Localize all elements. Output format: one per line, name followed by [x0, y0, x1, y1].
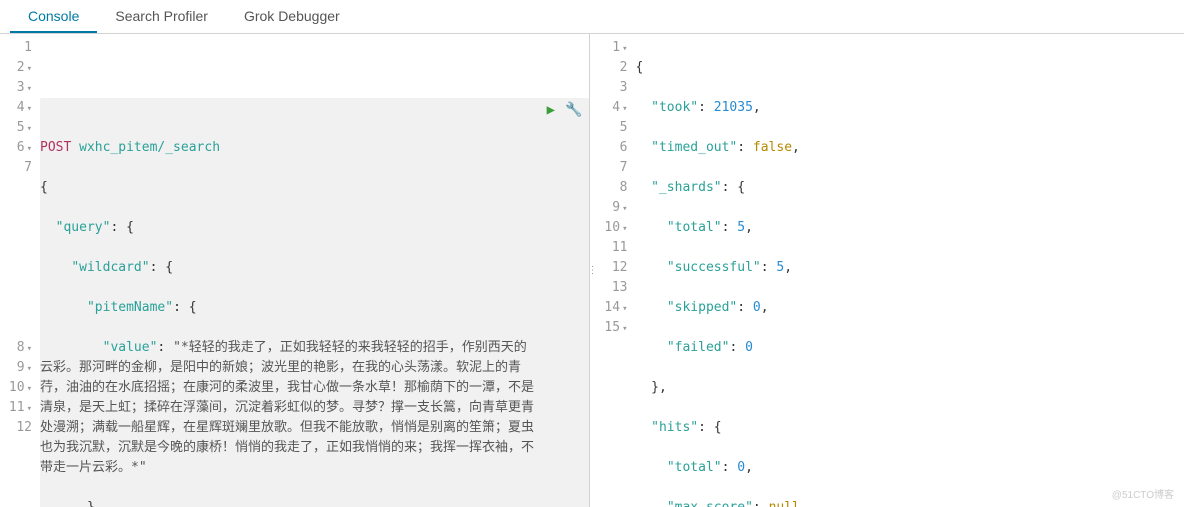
http-method: POST	[40, 140, 71, 155]
tab-console[interactable]: Console	[10, 0, 97, 33]
request-code[interactable]: ▶ 🔧 POST wxhc_pitem/_search { "query": {…	[40, 34, 589, 507]
request-path: wxhc_pitem/_search	[79, 140, 220, 155]
watermark: @51CTO博客	[1112, 486, 1174, 501]
tab-grok-debugger[interactable]: Grok Debugger	[226, 0, 358, 33]
response-gutter: 1 2 3 4 5 6 7 8 9 10 11 12 13 14 15	[596, 34, 636, 507]
run-icon[interactable]: ▶	[547, 100, 555, 120]
response-code: { "took": 21035, "timed_out": false, "_s…	[636, 34, 1184, 507]
tab-search-profiler[interactable]: Search Profiler	[97, 0, 226, 33]
tab-bar: Console Search Profiler Grok Debugger	[0, 0, 1184, 34]
request-gutter: 1 2 3 4 5 6 7 8 9 10 11 12	[0, 34, 40, 507]
response-viewer[interactable]: 1 2 3 4 5 6 7 8 9 10 11 12 13 14 15 { "t…	[596, 34, 1184, 507]
wildcard-value: "*轻轻的我走了，正如我轻轻的来我轻轻的招手，作别西天的云彩。那河畔的金柳，是阳…	[40, 340, 534, 475]
wrench-icon[interactable]: 🔧	[565, 100, 582, 120]
request-editor[interactable]: 1 2 3 4 5 6 7 8 9 10 11 12 ▶ 🔧 POST wxhc…	[0, 34, 590, 507]
